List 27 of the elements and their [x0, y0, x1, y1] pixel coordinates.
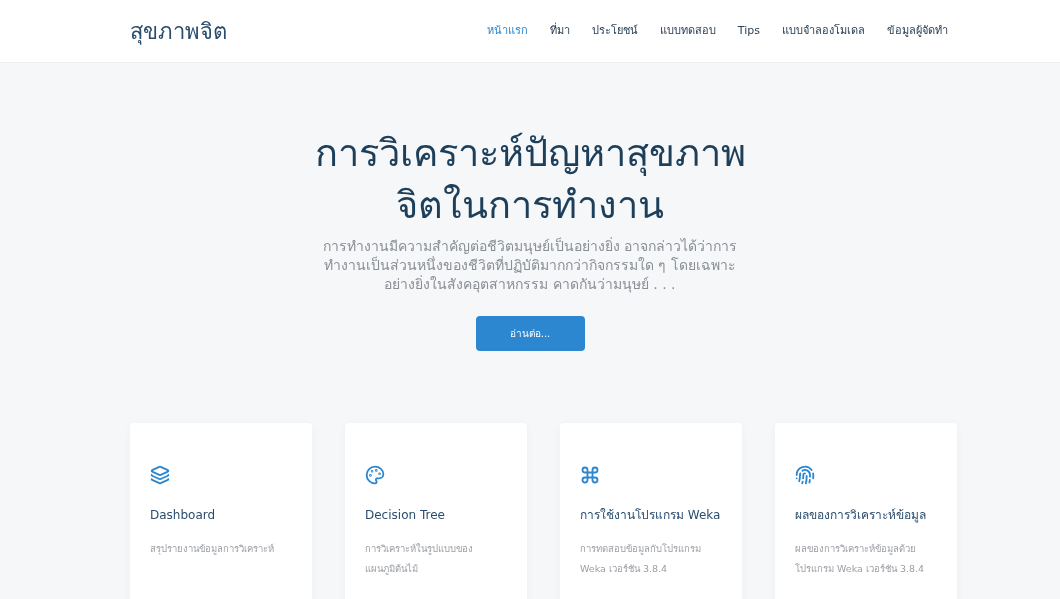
- card-description: ผลของการวิเคราะห์ข้อมูลด้วย โปรแกรม Weka เวอร์ชัน 3.8.4: [795, 542, 926, 576]
- layers-icon: [150, 465, 170, 485]
- hero-paragraph: การทำงานมีความสำคัญต่อชีวิตมนุษย์เป็นอย่างยิ่ง อาจกล่าวได้ว่าการ ทำงานเป็นส่วนหนึ่งของชีวิตที่ปฏิบัติมากกว่ากิจกรรมใด ๆ โดยเฉพาะ อย่างยิ่งในสังคอุตสาหกรรม คาดกันว่ามนุษย์ . . .: [322, 237, 738, 294]
- palette-icon: [365, 465, 385, 485]
- nav-link[interactable]: ข้อมูลผู้จัดทำ: [887, 22, 948, 40]
- feature-card[interactable]: Decision Tree การวิเคราะห์ในรูปแบบของ แผนภูมิต้นไม้: [345, 423, 527, 599]
- card-description: การทดสอบข้อมูลกับโปรแกรม Weka เวอร์ชัน 3.8.4: [580, 542, 702, 576]
- card-title: ผลของการวิเคราะห์ข้อมูล: [795, 507, 926, 525]
- read-more-button[interactable]: อ่านต่อ...: [475, 316, 585, 351]
- card-title: Decision Tree: [365, 507, 445, 524]
- card-title: Dashboard: [150, 507, 216, 524]
- card-title: การใช้งานโปรแกรม Weka: [580, 507, 721, 524]
- nav-link[interactable]: ที่มา: [549, 22, 570, 40]
- card-description: การวิเคราะห์ในรูปแบบของ แผนภูมิต้นไม้: [365, 542, 474, 577]
- feature-card[interactable]: การใช้งานโปรแกรม Weka การทดสอบข้อมูลกับโปรแกรม Weka เวอร์ชัน 3.8.4: [560, 423, 742, 599]
- nav-link[interactable]: Tips: [737, 22, 760, 40]
- feature-card[interactable]: ผลของการวิเคราะห์ข้อมูล ผลของการวิเคราะห์ข้อมูลด้วย โปรแกรม Weka เวอร์ชัน 3.8.4: [775, 423, 957, 599]
- nav-link[interactable]: หน้าแรก: [486, 22, 528, 40]
- nav-link[interactable]: แบบจำลองโมเดล: [782, 22, 865, 40]
- fingerprint-icon: [795, 465, 815, 485]
- brand-logo[interactable]: สุขภาพจิต: [130, 14, 227, 48]
- nav-link[interactable]: แบบทดสอบ: [659, 22, 716, 40]
- hero-title: การวิเคราะห์ปัญหาสุขภาพ จิตในการทำงาน: [314, 130, 746, 229]
- command-icon: [580, 465, 600, 485]
- card-description: สรุปรายงานข้อมูลการวิเคราะห์: [150, 542, 275, 557]
- feature-card[interactable]: Dashboard สรุปรายงานข้อมูลการวิเคราะห์: [130, 423, 312, 599]
- nav-link[interactable]: ประโยชน์: [591, 22, 638, 40]
